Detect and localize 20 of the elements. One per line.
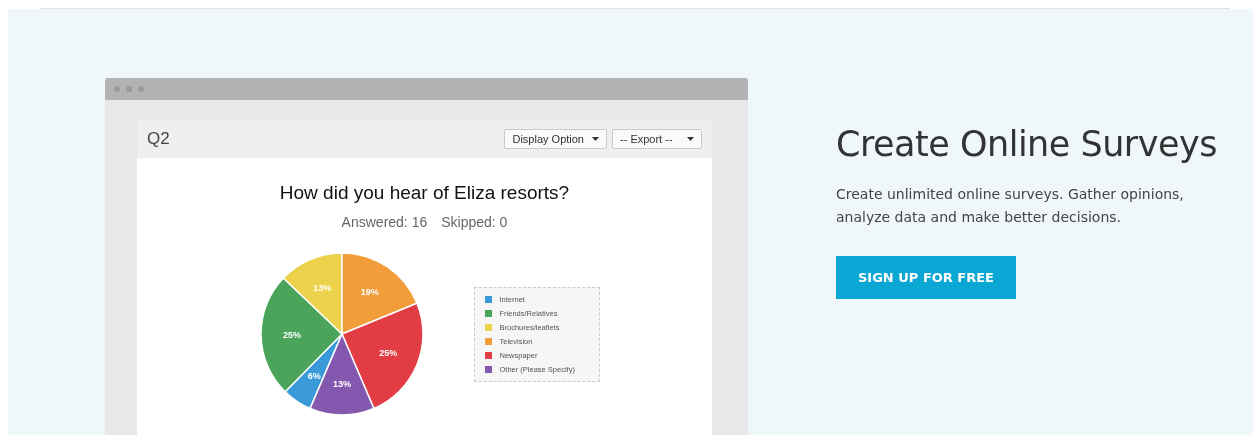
window-dot-icon <box>138 86 144 92</box>
answered-count: Answered: 16 <box>341 214 428 230</box>
caret-icon <box>592 137 599 141</box>
question-number: Q2 <box>147 129 171 149</box>
caret-icon <box>687 137 694 141</box>
hero-title: Create Online Surveys <box>836 123 1218 166</box>
hero-description: Create unlimited online surveys. Gather opinions, analyze data and make better decisions. <box>836 185 1185 227</box>
legend-swatch <box>484 295 492 303</box>
window-dot-icon <box>126 86 132 92</box>
legend-swatch <box>484 309 492 317</box>
legend-swatch <box>484 351 492 359</box>
dropdown-select[interactable]: Display Option <box>504 129 607 149</box>
skipped-count: Skipped: 0 <box>441 214 508 230</box>
window-dot-icon <box>114 86 120 92</box>
question-title: How did you hear of Eliza resorts? <box>279 182 570 204</box>
legend-swatch <box>484 337 492 345</box>
legend-swatch <box>484 365 492 373</box>
pie-slice: 19% <box>340 252 418 335</box>
dropdown-select[interactable]: -- Export -- <box>612 129 702 149</box>
legend-swatch <box>484 323 492 331</box>
